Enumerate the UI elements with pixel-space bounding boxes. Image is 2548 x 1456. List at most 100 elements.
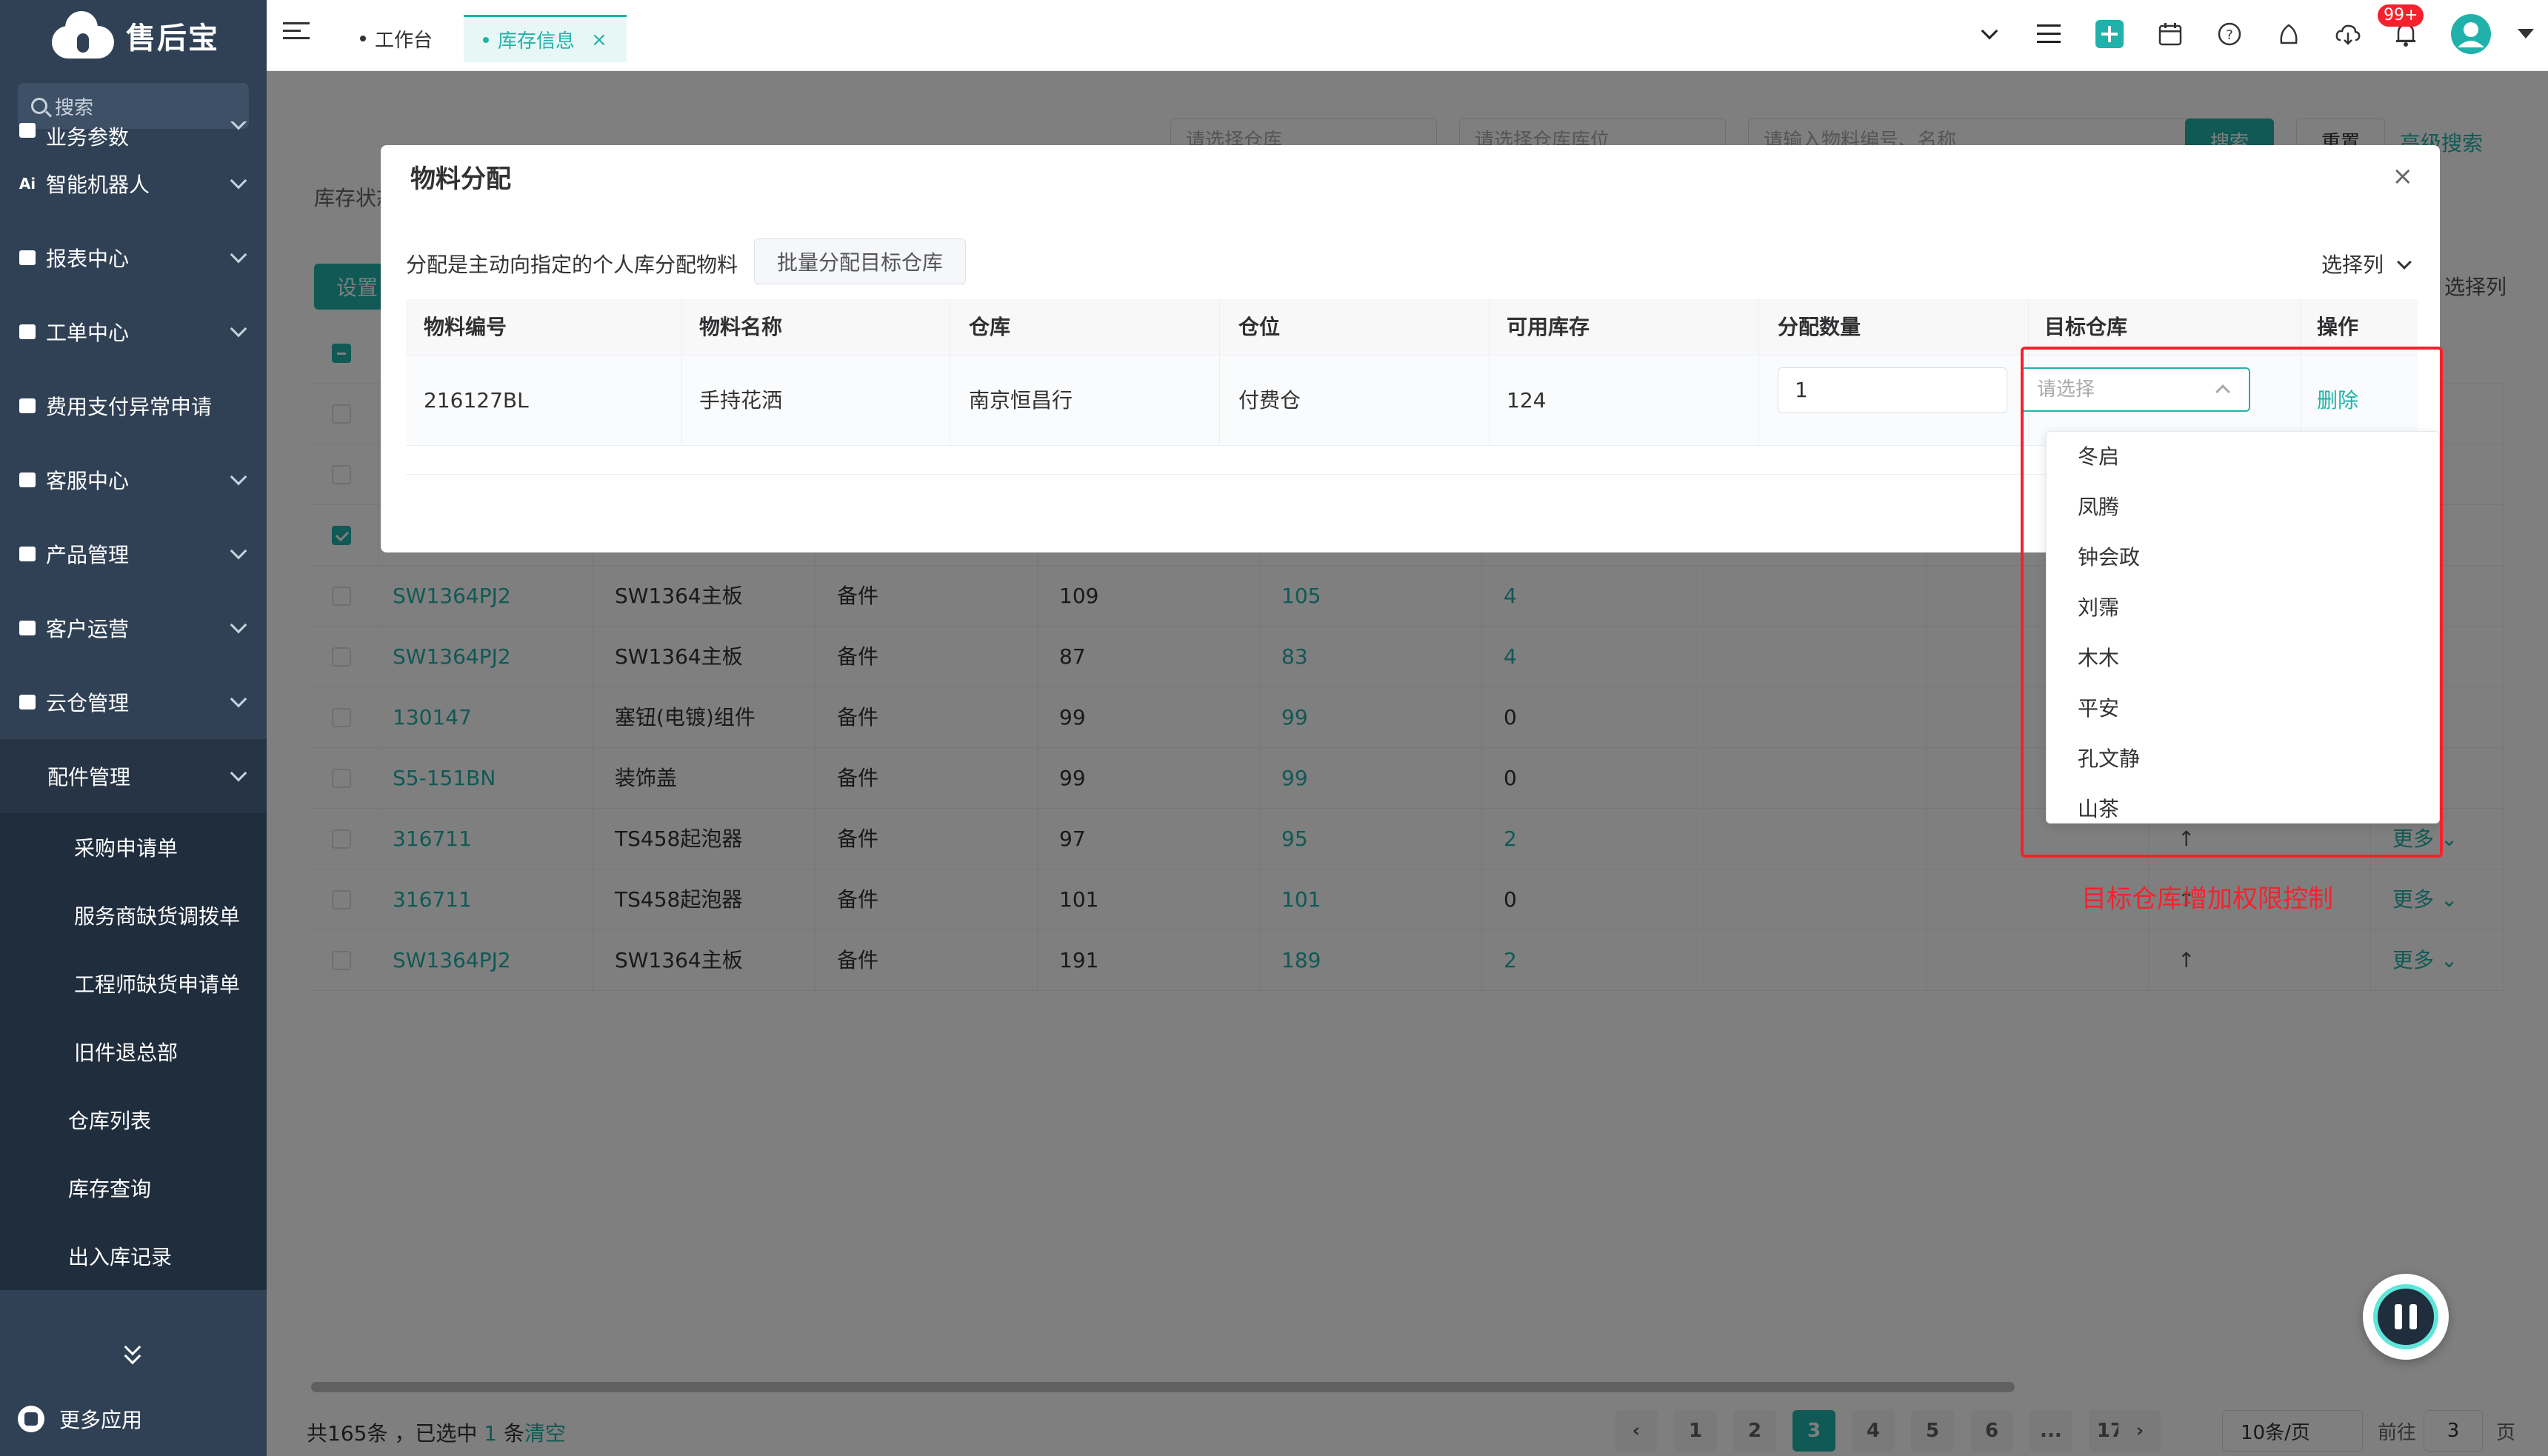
chevron-down-icon [2397, 255, 2412, 270]
robot-icon: Ai [19, 175, 36, 193]
sidebar-item-5[interactable]: 产品管理 [0, 517, 267, 591]
row-code: 216127BL [424, 388, 529, 413]
sidebar-item-label: 报表中心 [46, 247, 130, 271]
chevron-down-icon [230, 121, 247, 130]
svg-text:?: ? [2226, 27, 2233, 43]
add-icon[interactable] [2095, 19, 2124, 49]
report-icon [18, 249, 37, 267]
submenu-item[interactable]: 旧件退总部 [0, 1018, 267, 1086]
tab-dot [360, 36, 366, 41]
batch-assign-button[interactable]: 批量分配目标仓库 [754, 238, 966, 284]
sidebar-item-parts[interactable]: 配件管理 [0, 739, 267, 813]
close-icon[interactable]: × [2392, 161, 2414, 191]
payment-icon [18, 397, 37, 415]
chevron-down-icon [230, 320, 247, 338]
chevron-down-icon [230, 542, 247, 560]
customer-icon [18, 619, 37, 637]
chevron-down-icon[interactable] [1975, 19, 2004, 49]
header-cell: 分配数量 [1778, 315, 1861, 339]
warehouse-icon [18, 693, 37, 711]
tab-label: 工作台 [375, 29, 433, 52]
submenu-item[interactable]: 采购申请单 [0, 813, 267, 881]
topbar: 工作台 库存信息 × ? 99+ [267, 0, 2548, 71]
settings-icon [18, 121, 37, 139]
sidebar: 售后宝 搜索 业务参数 Ai 智能机器人报表中心工单中心费用支付异常申请 客服中心产… [0, 0, 267, 1456]
sidebar-collapse[interactable] [0, 1323, 267, 1382]
chevron-down-icon [230, 690, 247, 708]
sidebar-item-label: 费用支付异常申请 [46, 395, 213, 419]
row-location: 付费仓 [1238, 388, 1301, 413]
row-name: 手持花洒 [699, 388, 783, 413]
submenu-item[interactable]: 服务商缺货调拨单 [0, 881, 267, 949]
avatar[interactable] [2449, 12, 2493, 56]
dialog-select-columns[interactable]: 选择列 [2321, 249, 2412, 278]
sidebar-item-4[interactable]: 客服中心 [0, 443, 267, 517]
sidebar-item-label: 客户运营 [46, 617, 130, 641]
sidebar-item-label: 业务参数 [46, 125, 130, 147]
more-apps[interactable]: 更多应用 [0, 1382, 267, 1456]
allocation-qty-input[interactable]: 1 [1778, 367, 2007, 413]
submenu-item[interactable]: 出入库记录 [0, 1222, 267, 1290]
calendar-icon[interactable] [2155, 19, 2185, 49]
sidebar-item-2[interactable]: 工单中心 [0, 295, 267, 369]
tab-inventory[interactable]: 库存信息 × [464, 15, 627, 62]
row-warehouse: 南京恒昌行 [969, 388, 1073, 413]
product-icon [18, 545, 37, 563]
logo: 售后宝 [0, 0, 267, 71]
notification-badge: 99+ [2378, 4, 2424, 27]
sidebar-item-label: 客服中心 [46, 469, 130, 493]
tab-dot [483, 36, 489, 43]
chevron-down-icon [230, 468, 247, 486]
list-icon[interactable] [2034, 19, 2064, 49]
service-icon [18, 471, 37, 489]
chevron-down-icon [230, 616, 247, 634]
row-available: 124 [1507, 388, 1547, 413]
logo-text: 售后宝 [126, 21, 219, 56]
annotation-box [2021, 347, 2443, 858]
tab-close-icon[interactable]: × [591, 29, 607, 51]
chevron-down-icon [230, 172, 247, 190]
dialog-title: 物料分配 [410, 164, 511, 194]
header-cell: 物料编号 [424, 315, 507, 339]
sidebar-item-3[interactable]: 费用支付异常申请 [0, 369, 267, 443]
dialog-tip: 分配是主动向指定的个人库分配物料 [406, 253, 738, 277]
select-columns-label: 选择列 [2321, 253, 2384, 277]
skin-icon[interactable] [2274, 19, 2304, 49]
tab-label: 库存信息 [498, 30, 576, 53]
header-cell: 物料名称 [699, 315, 783, 339]
sidebar-item-label: 智能机器人 [46, 173, 150, 197]
annotation-text: 目标仓库增加权限控制 [2081, 884, 2333, 914]
sidebar-item-label: 配件管理 [47, 765, 131, 789]
tab-workbench[interactable]: 工作台 [341, 15, 452, 62]
cloud-download-icon[interactable] [2333, 19, 2363, 49]
double-chevron-down-icon [122, 1338, 144, 1365]
caret-down-icon[interactable] [2511, 19, 2541, 49]
sidebar-item-partial[interactable]: 业务参数 [0, 121, 267, 147]
menu-toggle-icon[interactable] [283, 22, 310, 44]
search-icon [31, 98, 47, 114]
more-apps-label: 更多应用 [59, 1408, 143, 1432]
sidebar-item-6[interactable]: 客户运营 [0, 591, 267, 665]
search-placeholder: 搜索 [55, 96, 94, 119]
logo-cloud-icon [47, 10, 119, 61]
sidebar-item-1[interactable]: 报表中心 [0, 221, 267, 295]
header-cell: 仓库 [969, 315, 1011, 339]
floating-pause-button[interactable] [2363, 1274, 2449, 1360]
sidebar-item-label: 产品管理 [46, 543, 130, 567]
sidebar-item-label: 工单中心 [46, 321, 130, 345]
apps-icon [18, 1406, 44, 1432]
workorder-icon [18, 323, 37, 341]
submenu-item[interactable]: 库存查询 [0, 1154, 267, 1222]
header-cell: 可用库存 [1507, 315, 1590, 339]
submenu-item[interactable]: 仓库列表 [0, 1086, 267, 1154]
chevron-down-icon [230, 246, 247, 264]
sidebar-item-7[interactable]: 云仓管理 [0, 665, 267, 739]
chevron-down-icon [230, 764, 247, 782]
help-icon[interactable]: ? [2215, 19, 2244, 49]
pause-icon [2373, 1284, 2438, 1349]
submenu-item[interactable]: 工程师缺货申请单 [0, 949, 267, 1018]
submenu: 采购申请单 服务商缺货调拨单 工程师缺货申请单 旧件退总部 仓库列表 库存查询 出入库记录 [0, 813, 267, 1290]
sidebar-menu: 业务参数 Ai 智能机器人报表中心工单中心费用支付异常申请 客服中心产品管理客户运营… [0, 121, 267, 1290]
header-cell: 仓位 [1238, 315, 1281, 339]
sidebar-item-0[interactable]: Ai 智能机器人 [0, 147, 267, 221]
